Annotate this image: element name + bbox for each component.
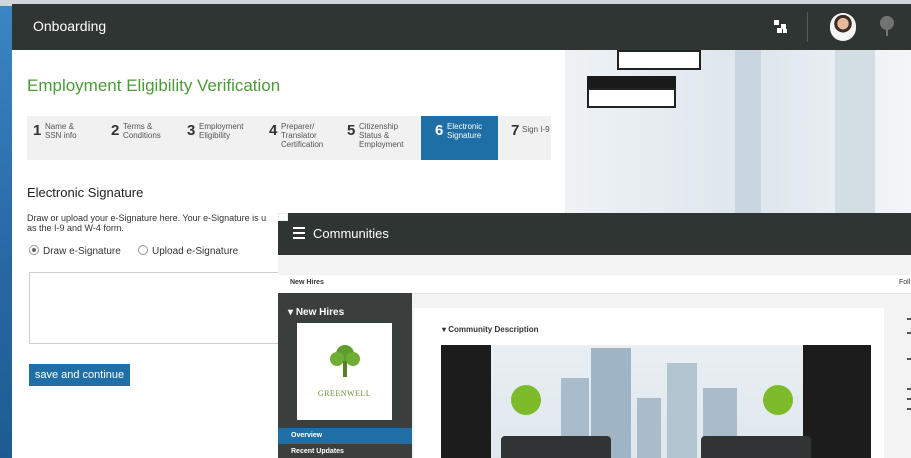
grid-icon[interactable]: [774, 20, 788, 34]
community-logo: GREENWELL: [297, 323, 392, 420]
window-corner-icon: [278, 213, 288, 221]
step-label: Terms & Conditions: [123, 122, 161, 140]
community-name: New Hires: [290, 279, 324, 286]
save-and-continue-button[interactable]: save and continue: [29, 364, 130, 386]
draw-signature-radio[interactable]: Draw e-Signature: [29, 245, 121, 257]
logo-text: GREENWELL: [317, 389, 372, 398]
sidebar-item-overview[interactable]: Overview: [278, 428, 412, 444]
step-label: Sign I-9: [522, 125, 550, 134]
app-title: Onboarding: [33, 18, 107, 34]
page-title: Employment Eligibility Verification: [27, 76, 281, 95]
step-label: Electronic Signature: [447, 122, 483, 140]
step-number: 6: [435, 122, 444, 139]
signature-description: Draw or upload your e-Signature here. Yo…: [27, 213, 267, 233]
step-label: Name & SSN info: [45, 122, 77, 140]
radio-label: Upload e-Signature: [152, 246, 239, 257]
step-7[interactable]: 7 Sign I-9: [505, 116, 551, 160]
community-description-card: ▾ Community Description: [414, 308, 884, 458]
step-label: Preparer/ Translator Certification: [281, 122, 324, 149]
right-panel-edge: [904, 308, 911, 458]
step-label: Citizenship Status & Employment: [359, 122, 404, 149]
onboarding-header: Onboarding: [12, 4, 911, 50]
step-6[interactable]: 6 Electronic Signature: [421, 116, 498, 160]
avatar[interactable]: [830, 13, 856, 41]
communities-header: Communities: [278, 213, 911, 255]
step-number: 3: [187, 122, 196, 139]
step-number: 1: [33, 122, 42, 139]
radio-label: Draw e-Signature: [43, 246, 121, 257]
step-number: 2: [111, 122, 120, 139]
tree-icon: [330, 345, 360, 377]
step-number: 5: [347, 122, 356, 139]
sidebar-heading[interactable]: ▾ New Hires: [288, 307, 344, 318]
menu-icon[interactable]: [293, 227, 305, 242]
signature-pad[interactable]: [29, 272, 293, 344]
step-2[interactable]: 2 Terms & Conditions: [111, 116, 183, 160]
section-title[interactable]: ▾ Community Description: [442, 325, 538, 334]
app-title: Communities: [313, 226, 389, 241]
community-subheader: New Hires Foll: [278, 275, 911, 294]
community-sidebar: ▾ New Hires GREENWELL Overview Recent Up…: [278, 293, 412, 458]
sidebar-item-recent-updates[interactable]: Recent Updates: [278, 444, 412, 458]
upload-signature-radio[interactable]: Upload e-Signature: [138, 245, 238, 257]
radio-empty-icon: [138, 245, 148, 255]
step-number: 7: [511, 122, 520, 139]
radio-selected-icon: [29, 245, 39, 255]
step-label: Employment Eligibility: [199, 122, 244, 140]
step-progress: 1 Name & SSN info 2 Terms & Conditions 3…: [27, 116, 551, 160]
lounge-photo: [441, 345, 871, 458]
header-divider: [807, 12, 808, 42]
step-1[interactable]: 1 Name & SSN info: [33, 116, 103, 160]
follow-link[interactable]: Foll: [899, 279, 910, 286]
step-5[interactable]: 5 Citizenship Status & Employment: [347, 116, 419, 160]
step-number: 4: [269, 122, 278, 139]
section-heading: Electronic Signature: [27, 185, 144, 200]
step-4[interactable]: 4 Preparer/ Translator Certification: [269, 116, 344, 160]
communities-window: Communities New Hires Foll ▾ New Hires G…: [278, 213, 911, 458]
step-3[interactable]: 3 Employment Eligibility: [187, 116, 265, 160]
tree-icon[interactable]: [876, 15, 898, 37]
